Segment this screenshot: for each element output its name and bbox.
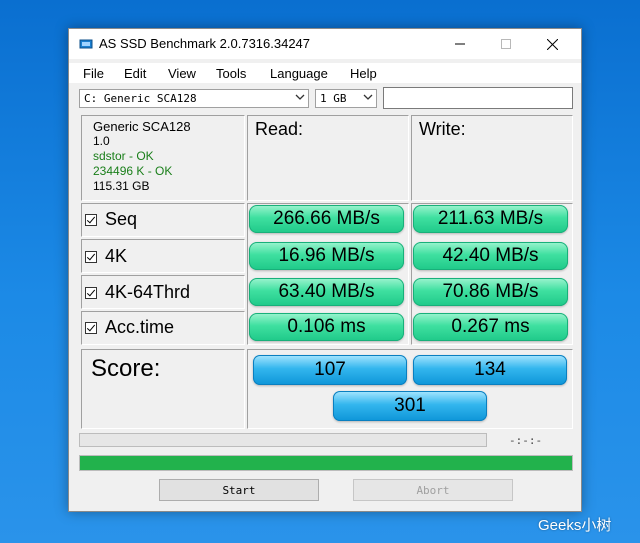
seq-read-result: 266.66 MB/s	[249, 205, 404, 233]
acc-time-checkbox[interactable]	[85, 321, 97, 334]
menu-bar: File Edit View Tools Language Help	[69, 63, 581, 83]
close-button[interactable]	[529, 29, 575, 59]
row-label-text: 4K	[105, 246, 128, 266]
menu-language[interactable]: Language	[270, 66, 328, 81]
4k-write-result: 42.40 MB/s	[413, 242, 568, 270]
row-label-text: Acc.time	[105, 317, 175, 337]
row-label-4k-64thrd[interactable]: 4K-64Thrd	[85, 282, 190, 303]
write-score: 134	[413, 355, 567, 385]
row-label-text: 4K-64Thrd	[105, 282, 191, 302]
title-bar[interactable]: AS SSD Benchmark 2.0.7316.34247	[69, 29, 581, 59]
row-label-4k[interactable]: 4K	[85, 246, 127, 267]
score-label: Score:	[91, 355, 161, 382]
chevron-down-icon	[363, 94, 373, 100]
maximize-icon	[501, 39, 511, 49]
device-firmware: 1.0	[93, 134, 110, 148]
4k-64thrd-checkbox[interactable]	[85, 286, 97, 299]
menu-file[interactable]: File	[83, 66, 104, 81]
abort-button[interactable]: Abort	[353, 479, 513, 501]
acc-time-write-result: 0.267 ms	[413, 313, 568, 341]
4k-read-result: 16.96 MB/s	[249, 242, 404, 270]
device-capacity: 115.31 GB	[93, 179, 150, 193]
info-textbox[interactable]	[383, 87, 573, 109]
drive-select[interactable]: C: Generic SCA128	[79, 89, 309, 108]
driver-status: sdstor - OK	[93, 149, 154, 163]
overall-progress-bar	[79, 455, 573, 471]
size-select-value: 1 GB	[320, 92, 347, 105]
row-label-text: Seq	[105, 209, 138, 229]
drive-select-value: C: Generic SCA128	[84, 92, 197, 105]
minimize-icon	[455, 43, 465, 45]
maximize-button[interactable]	[483, 29, 529, 59]
menu-tools[interactable]: Tools	[216, 66, 246, 81]
app-icon	[79, 39, 93, 49]
alignment-status: 234496 K - OK	[93, 164, 173, 178]
row-label-acc-time[interactable]: Acc.time	[85, 317, 174, 338]
device-info: Generic SCA128 1.0 sdstor - OK 234496 K …	[93, 119, 191, 194]
size-select[interactable]: 1 GB	[315, 89, 377, 108]
menu-help[interactable]: Help	[350, 66, 377, 81]
device-name: Generic SCA128	[93, 119, 191, 134]
app-window: AS SSD Benchmark 2.0.7316.34247 File Edi…	[68, 28, 582, 512]
watermark: Geeks小树	[538, 517, 612, 534]
seq-write-result: 211.63 MB/s	[413, 205, 568, 233]
menu-view[interactable]: View	[168, 66, 196, 81]
close-icon	[546, 38, 558, 50]
seq-checkbox[interactable]	[85, 213, 97, 226]
4k-64thrd-write-result: 70.86 MB/s	[413, 278, 568, 306]
test-progress-bar	[79, 433, 487, 447]
4k-64thrd-read-result: 63.40 MB/s	[249, 278, 404, 306]
write-header: Write:	[419, 119, 466, 139]
start-button[interactable]: Start	[159, 479, 319, 501]
4k-checkbox[interactable]	[85, 250, 97, 263]
elapsed-time: -:-:-	[509, 434, 543, 447]
overall-progress-fill	[80, 456, 572, 470]
row-label-seq[interactable]: Seq	[85, 209, 137, 230]
acc-time-read-result: 0.106 ms	[249, 313, 404, 341]
minimize-button[interactable]	[437, 29, 483, 59]
chevron-down-icon	[295, 94, 305, 100]
read-header: Read:	[255, 119, 304, 139]
window-title: AS SSD Benchmark 2.0.7316.34247	[99, 36, 311, 51]
total-score: 301	[333, 391, 487, 421]
menu-edit[interactable]: Edit	[124, 66, 146, 81]
read-score: 107	[253, 355, 407, 385]
